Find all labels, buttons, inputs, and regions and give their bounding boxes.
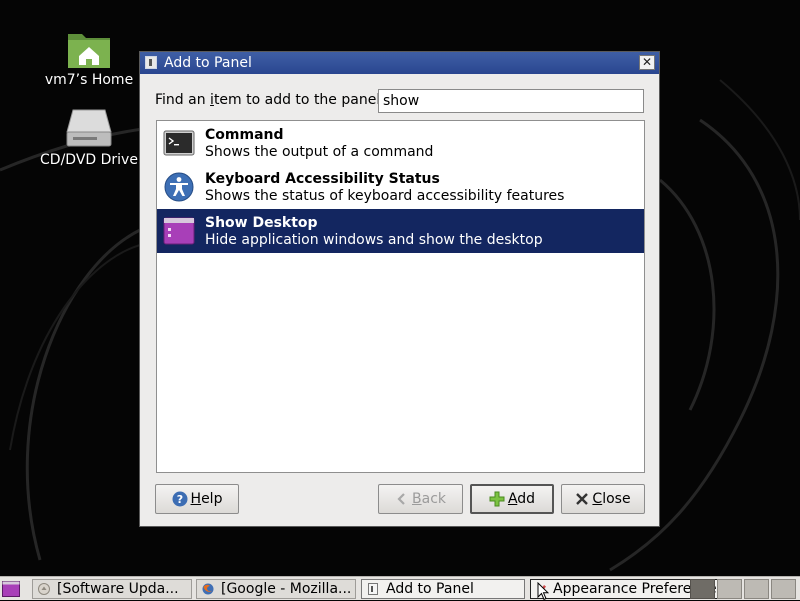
optical-drive-icon	[66, 109, 112, 147]
list-item-name: Command	[205, 127, 284, 143]
update-icon	[38, 583, 50, 595]
dialog-titlebar[interactable]: Add to Panel ✕	[140, 52, 659, 74]
help-icon: ?	[172, 491, 188, 507]
add-icon	[489, 491, 505, 507]
titlebar-close-button[interactable]: ✕	[639, 55, 655, 70]
desktop-icon-cd-dvd-label: CD/DVD Drive	[40, 152, 138, 168]
taskbar-item-firefox[interactable]: [Google - Mozilla...	[196, 579, 356, 599]
list-item-description: Hide application windows and show the de…	[205, 232, 543, 248]
bottom-panel: [Software Upda... [Google - Mozilla... A…	[0, 576, 800, 601]
list-item-command[interactable]: Command Shows the output of a command	[157, 121, 644, 165]
list-item-show-desktop[interactable]: Show Desktop Hide application windows an…	[157, 209, 644, 253]
desktop-icon-cd-dvd[interactable]: CD/DVD Drive	[34, 106, 144, 168]
find-item-label: Find an item to add to the panel:	[155, 92, 385, 108]
home-folder-icon	[68, 34, 110, 68]
taskbar-item-software-update[interactable]: [Software Upda...	[32, 579, 192, 599]
back-arrow-icon	[397, 493, 405, 505]
window-icon	[145, 56, 157, 69]
show-desktop-icon[interactable]	[2, 581, 20, 597]
workspace-3[interactable]	[744, 579, 769, 599]
list-item-keyboard-accessibility-status[interactable]: Keyboard Accessibility Status Shows the …	[157, 165, 644, 209]
list-item-description: Shows the output of a command	[205, 144, 434, 160]
list-item-description: Shows the status of keyboard accessibili…	[205, 188, 565, 204]
add-button[interactable]: Add	[470, 484, 554, 514]
workspace-switcher[interactable]	[690, 579, 796, 599]
workspace-4[interactable]	[771, 579, 796, 599]
help-button[interactable]: ? Help	[155, 484, 239, 514]
svg-text:?: ?	[176, 493, 182, 506]
back-button[interactable]: Back	[378, 484, 463, 514]
close-button[interactable]: Close	[561, 484, 645, 514]
firefox-icon	[202, 583, 214, 595]
mouse-pointer-icon	[537, 582, 549, 601]
close-icon	[576, 493, 589, 505]
list-item-name: Show Desktop	[205, 215, 318, 231]
workspace-2[interactable]	[717, 579, 742, 599]
accessibility-icon	[164, 172, 194, 202]
search-input[interactable]	[378, 89, 644, 113]
desktop-icon-home-label: vm7’s Home	[44, 72, 134, 88]
workspace-1[interactable]	[690, 579, 715, 599]
desktop-icon-home[interactable]: vm7’s Home	[34, 28, 144, 88]
dialog-title: Add to Panel	[164, 55, 252, 71]
taskbar-item-label: [Software Upda...	[57, 581, 179, 597]
applet-list[interactable]: Command Shows the output of a command Ke…	[156, 120, 645, 473]
show-desktop-icon	[163, 217, 195, 245]
taskbar-item-label: [Google - Mozilla...	[221, 581, 352, 597]
list-item-name: Keyboard Accessibility Status	[205, 171, 440, 187]
window-icon	[368, 583, 378, 595]
taskbar-item-label: Add to Panel	[386, 581, 474, 597]
taskbar-item-add-to-panel[interactable]: Add to Panel	[361, 579, 525, 599]
add-to-panel-dialog: Add to Panel ✕ Find an item to add to th…	[139, 51, 660, 527]
terminal-icon	[163, 130, 195, 156]
